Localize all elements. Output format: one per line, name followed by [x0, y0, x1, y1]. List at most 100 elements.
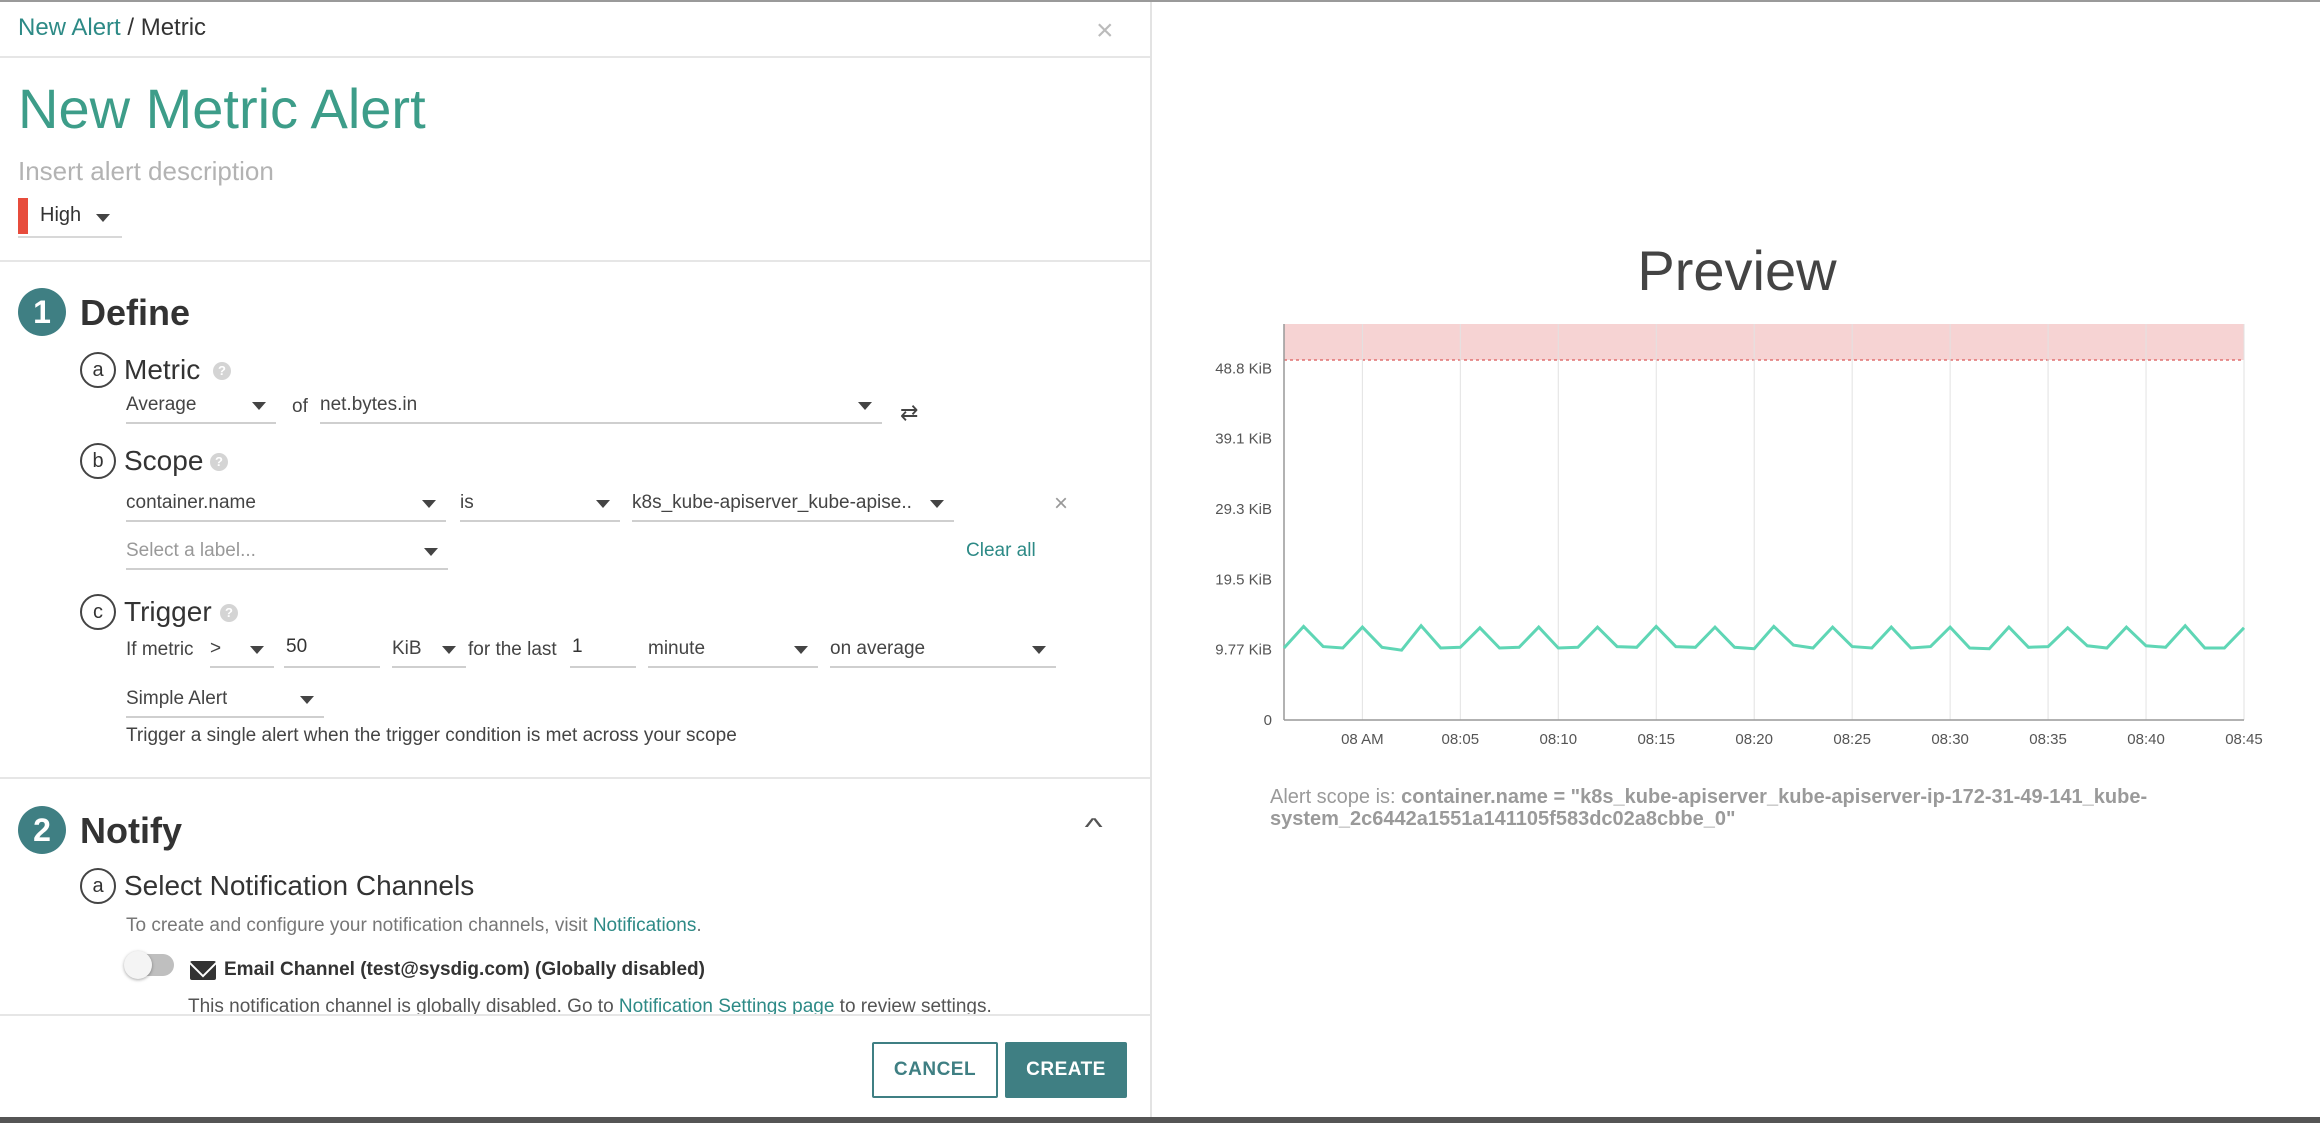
threshold-band — [1284, 324, 2244, 360]
substep-letter-scope: b — [80, 443, 116, 479]
divider — [0, 260, 1150, 262]
scope-value-text: k8s_kube-apiserver_kube-apise... — [632, 492, 912, 513]
remove-scope-icon[interactable]: × — [1054, 490, 1068, 518]
alert-form-panel: New Alert / Metric × New Metric Alert In… — [0, 2, 1152, 1117]
x-axis-ticks: 08 AM 08:05 08:10 08:15 08:20 08:25 08:30 08:35… — [1341, 731, 2263, 748]
y-tick-label: 0 — [1264, 712, 1272, 729]
y-axis-ticks: 0 9.77 KiB 19.5 KiB 29.3 KiB 39.1 KiB 48.8 Ki… — [1215, 361, 1272, 729]
form-footer: CANCEL CREATE — [0, 1014, 1150, 1117]
help-icon[interactable]: ? — [213, 362, 231, 380]
scope-operator-dropdown[interactable]: is — [460, 486, 620, 522]
divider — [0, 777, 1150, 779]
substep-letter-metric: a — [80, 352, 116, 388]
scope-add-label-dropdown[interactable]: Select a label... — [126, 534, 448, 570]
channels-intro-text: To create and configure your notificatio… — [126, 915, 702, 937]
plot-area — [1284, 324, 2244, 720]
y-tick-label: 39.1 KiB — [1215, 430, 1272, 447]
trigger-threshold-input[interactable]: 50 — [284, 632, 380, 668]
chevron-down-icon — [96, 214, 110, 222]
breadcrumb: New Alert / Metric — [18, 14, 206, 42]
scope-operator-value: is — [460, 492, 474, 513]
breadcrumb-new-alert-link[interactable]: New Alert — [18, 14, 121, 41]
preview-title: Preview — [1637, 239, 1837, 302]
chevron-down-icon — [424, 548, 438, 556]
section-title-define: Define — [80, 292, 191, 333]
x-tick-label: 08:35 — [2029, 731, 2067, 748]
x-tick-label: 08:15 — [1637, 731, 1675, 748]
mail-icon — [190, 961, 216, 980]
help-icon[interactable]: ? — [210, 453, 228, 471]
y-tick-label: 9.77 KiB — [1215, 642, 1272, 659]
trigger-duration-input[interactable]: 1 — [570, 632, 636, 668]
trigger-duration-value: 1 — [572, 636, 583, 657]
alert-scope-prefix: Alert scope is: — [1270, 786, 1402, 808]
x-tick-label: 08:40 — [2127, 731, 2165, 748]
if-metric-label: If metric — [126, 639, 194, 660]
subsection-title-trigger: Trigger — [124, 596, 212, 627]
swap-icon[interactable]: ⇄ — [900, 400, 918, 426]
severity-color-bar — [18, 198, 28, 234]
page-title: New Metric Alert — [18, 77, 426, 140]
chevron-down-icon — [442, 646, 456, 654]
clear-all-link[interactable]: Clear all — [966, 540, 1036, 562]
channels-intro-prefix: To create and configure your notificatio… — [126, 915, 593, 936]
chevron-down-icon — [252, 402, 266, 410]
y-tick-label: 48.8 KiB — [1215, 361, 1272, 378]
create-button[interactable]: CREATE — [1005, 1042, 1127, 1098]
metric-name-dropdown[interactable]: net.bytes.in — [320, 388, 882, 424]
step-number-define: 1 — [18, 288, 66, 336]
alert-scope-text: Alert scope is: container.name = "k8s_ku… — [1270, 786, 2170, 830]
trigger-duration-unit-value: minute — [648, 638, 706, 659]
trigger-threshold-value: 50 — [286, 636, 308, 657]
trigger-aggregation-value: on average — [830, 638, 926, 659]
step-number-notify: 2 — [18, 806, 66, 854]
email-channel-label: Email Channel (test@sysdig.com) (Globall… — [224, 959, 705, 980]
chevron-down-icon — [422, 500, 436, 508]
y-tick-label: 19.5 KiB — [1215, 572, 1272, 589]
metric-aggregation-dropdown[interactable]: Average — [126, 388, 276, 424]
subsection-title-scope: Scope — [124, 445, 204, 476]
x-tick-label: 08:20 — [1735, 731, 1773, 748]
description-input[interactable]: Insert alert description — [18, 156, 274, 187]
x-tick-label: 08:30 — [1931, 731, 1969, 748]
alert-type-value: Simple Alert — [126, 688, 228, 709]
chevron-down-icon — [250, 646, 264, 654]
alert-scope-value: container.name = "k8s_kube-apiserver_kub… — [1270, 786, 2148, 830]
for-the-last-label: for the last — [468, 639, 557, 660]
alert-type-dropdown[interactable]: Simple Alert — [126, 682, 324, 718]
scope-label-dropdown[interactable]: container.name — [126, 486, 446, 522]
chevron-down-icon — [596, 500, 610, 508]
of-label: of — [292, 396, 308, 417]
toggle-knob — [124, 951, 152, 979]
metric-name-value: net.bytes.in — [320, 394, 418, 415]
trigger-unit-dropdown[interactable]: KiB — [392, 632, 466, 668]
notifications-link[interactable]: Notifications — [593, 915, 697, 936]
severity-dropdown[interactable]: High — [18, 198, 122, 238]
x-tick-label: 08:25 — [1833, 731, 1871, 748]
x-tick-label: 08:45 — [2225, 731, 2263, 748]
chevron-down-icon — [794, 646, 808, 654]
help-icon[interactable]: ? — [220, 604, 238, 622]
chevron-up-icon[interactable]: ^ — [1085, 814, 1103, 842]
x-tick-label: 08:10 — [1540, 731, 1578, 748]
metric-aggregation-value: Average — [126, 394, 197, 415]
substep-letter-channels: a — [80, 868, 116, 904]
subsection-title-channels: Select Notification Channels — [124, 870, 475, 901]
window-bottom-border — [0, 1117, 2320, 1123]
chevron-down-icon — [300, 696, 314, 704]
x-tick-label: 08 AM — [1341, 731, 1384, 748]
trigger-help-text: Trigger a single alert when the trigger … — [126, 725, 737, 746]
trigger-comparator-dropdown[interactable]: > — [210, 632, 274, 668]
email-channel-toggle[interactable] — [124, 951, 174, 979]
trigger-aggregation-dropdown[interactable]: on average — [830, 632, 1056, 668]
close-icon[interactable]: × — [1096, 14, 1114, 48]
trigger-duration-unit-dropdown[interactable]: minute — [648, 632, 818, 668]
severity-label: High — [40, 204, 82, 226]
breadcrumb-current: Metric — [140, 14, 207, 41]
y-tick-label: 29.3 KiB — [1215, 501, 1272, 518]
scope-value-dropdown[interactable]: k8s_kube-apiserver_kube-apise... — [632, 486, 954, 522]
trigger-comparator-value: > — [210, 638, 222, 659]
scope-label-value: container.name — [126, 492, 256, 513]
chevron-down-icon — [930, 500, 944, 508]
cancel-button[interactable]: CANCEL — [872, 1042, 998, 1098]
